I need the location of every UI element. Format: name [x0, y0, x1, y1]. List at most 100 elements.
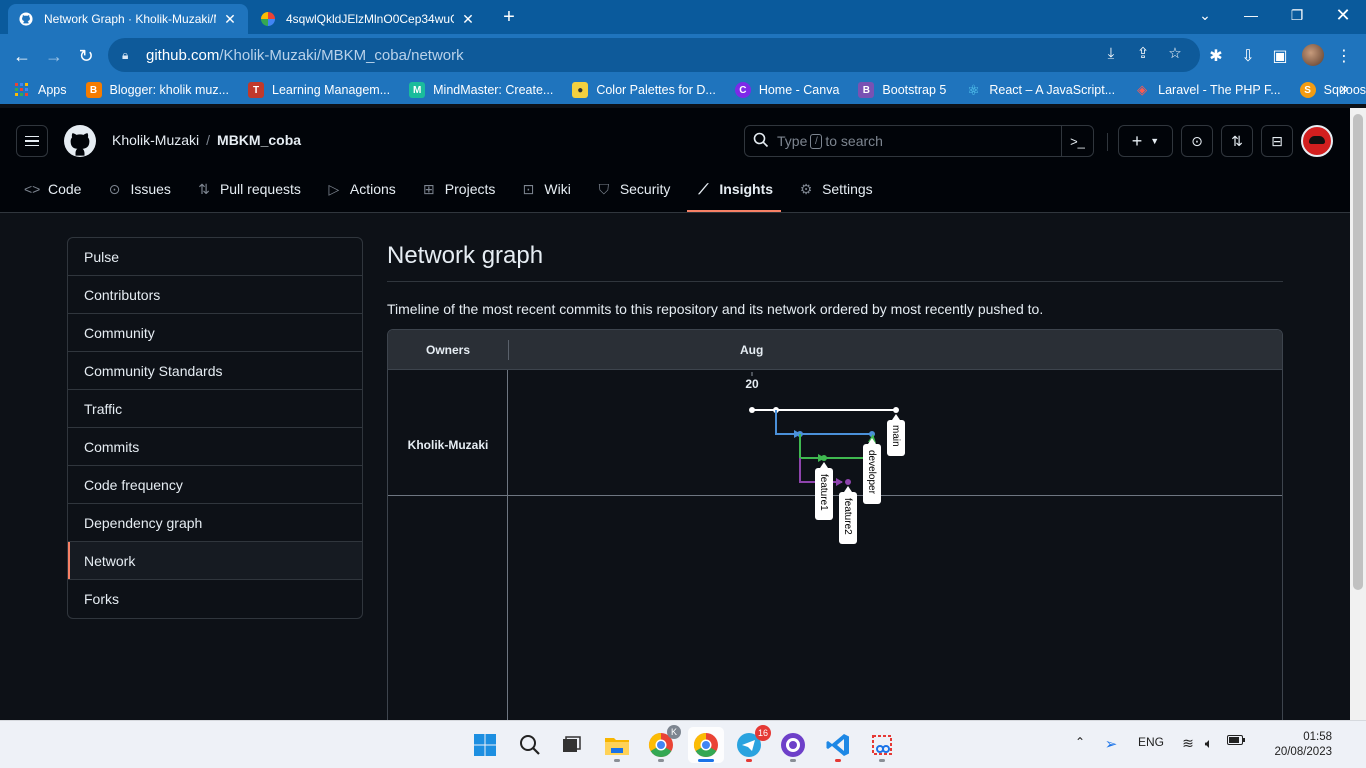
close-window-button[interactable]: ✕ [1320, 0, 1366, 30]
menu-item-contributors[interactable]: Contributors [68, 276, 362, 314]
volume-icon[interactable]: 🔈︎ [1199, 735, 1219, 752]
bookmark-color-palettes[interactable]: ● Color Palettes for D... [572, 82, 716, 98]
repo-link[interactable]: MBKM_coba [217, 132, 301, 148]
owner-link[interactable]: Kholik-Muzaki [112, 132, 199, 148]
pull-requests-button[interactable]: ⇅ [1221, 125, 1253, 157]
menu-item-dependency-graph[interactable]: Dependency graph [68, 504, 362, 542]
snipping-tool-app[interactable] [864, 727, 900, 763]
tab-actions[interactable]: ▷ Actions [318, 170, 404, 208]
close-tab-icon[interactable]: ✕ [460, 11, 476, 28]
bookmark-label: Laravel - The PHP F... [1158, 83, 1281, 97]
label-feature1[interactable]: feature1 [815, 462, 833, 520]
menu-item-commits[interactable]: Commits [68, 428, 362, 466]
commit-dot[interactable] [821, 455, 827, 461]
tab-security[interactable]: ⛉ Security [588, 170, 679, 208]
search-input[interactable]: Type / to search >_ [744, 125, 1094, 157]
bookmark-lms[interactable]: T Learning Managem... [248, 82, 390, 98]
bookmark-star-icon[interactable]: ☆ [1165, 43, 1185, 63]
vscode-app[interactable] [820, 727, 856, 763]
running-indicator [746, 759, 752, 762]
bookmark-blogger[interactable]: B Blogger: kholik muz... [85, 82, 229, 98]
bookmarks-bar: Apps B Blogger: kholik muz... T Learning M… [0, 76, 1366, 104]
network-graph[interactable]: Owners Aug Kholik-Muzaki 20 main develop… [387, 329, 1283, 729]
branch-label: feature1 [818, 474, 829, 511]
bookmark-laravel[interactable]: ◈ Laravel - The PHP F... [1134, 82, 1281, 98]
tab-projects[interactable]: ⊞ Projects [413, 170, 504, 208]
bookmark-react[interactable]: ⚛ React – A JavaScript... [965, 82, 1115, 98]
page-scrollbar[interactable] [1350, 108, 1366, 720]
tab-code[interactable]: <> Code [16, 170, 89, 208]
install-app-icon[interactable]: ⤓ [1101, 43, 1121, 63]
tab-label: Pull requests [219, 181, 301, 197]
tab-network-graph[interactable]: Network Graph · Kholik-Muzaki/MBKM_coba … [8, 4, 248, 34]
close-tab-icon[interactable]: ✕ [222, 11, 238, 28]
github-logo-icon[interactable] [64, 125, 96, 157]
downloads-icon[interactable]: ⇩ [1237, 45, 1259, 67]
menu-item-forks[interactable]: Forks [68, 580, 362, 618]
inbox-button[interactable]: ⊟ [1261, 125, 1293, 157]
commit-dot[interactable] [845, 479, 851, 485]
github-desktop-app[interactable] [775, 727, 811, 763]
tab-title: 4sqwlQkldJElzMlnO0Cep34wuGt [286, 12, 454, 26]
menu-kebab-icon[interactable]: ⋮ [1333, 45, 1355, 67]
new-tab-button[interactable]: + [498, 6, 520, 28]
commit-dot[interactable] [893, 407, 899, 413]
tab-settings[interactable]: ⚙ Settings [790, 170, 881, 208]
tab-wiki[interactable]: ⊡ Wiki [512, 170, 578, 208]
title-divider [387, 281, 1283, 282]
battery-icon[interactable] [1224, 735, 1248, 745]
command-palette-icon[interactable]: >_ [1061, 126, 1093, 156]
share-icon[interactable]: ⇪ [1133, 43, 1153, 63]
bookmark-apps[interactable]: Apps [14, 82, 67, 98]
system-clock[interactable]: 01:58 20/08/2023 [1252, 730, 1332, 760]
side-panel-icon[interactable]: ▣ [1269, 45, 1291, 67]
forward-button[interactable]: → [40, 42, 68, 70]
tab-search-icon[interactable]: ⌄ [1182, 0, 1228, 30]
restore-button[interactable]: ❐ [1274, 0, 1320, 30]
label-developer[interactable]: developer [863, 438, 881, 504]
profile-avatar[interactable] [1302, 44, 1324, 66]
bookmarks-overflow-icon[interactable]: » [1334, 80, 1354, 100]
chrome-profile-app[interactable]: K [643, 725, 681, 763]
task-view-button[interactable] [553, 727, 589, 763]
menu-item-community-standards[interactable]: Community Standards [68, 352, 362, 390]
menu-item-traffic[interactable]: Traffic [68, 390, 362, 428]
back-button[interactable]: ← [8, 42, 36, 70]
label-feature2[interactable]: feature2 [839, 486, 857, 544]
wifi-icon[interactable]: ≋ [1178, 735, 1198, 752]
bookmark-canva[interactable]: C Home - Canva [734, 82, 839, 98]
chevron-up-icon[interactable]: ⌃ [1070, 735, 1090, 749]
label-main[interactable]: main [887, 414, 905, 456]
reload-button[interactable]: ↻ [72, 42, 100, 70]
language-indicator[interactable]: ENG [1135, 735, 1167, 749]
menu-item-community[interactable]: Community [68, 314, 362, 352]
file-explorer-app[interactable] [599, 727, 635, 763]
github-desktop-icon [781, 733, 805, 757]
extensions-icon[interactable]: ✱ [1205, 45, 1227, 67]
bookmark-mindmaster[interactable]: M MindMaster: Create... [409, 82, 553, 98]
telegram-app[interactable]: 16 [731, 725, 771, 763]
create-new-button[interactable]: + ▼ [1118, 125, 1173, 157]
menu-item-pulse[interactable]: Pulse [68, 238, 362, 276]
minimize-button[interactable]: — [1228, 0, 1274, 30]
menu-item-network[interactable]: Network [68, 542, 362, 580]
scrollbar-thumb[interactable] [1353, 114, 1363, 590]
user-avatar[interactable] [1301, 125, 1333, 157]
start-button[interactable] [467, 727, 503, 763]
issues-button[interactable]: ⊙ [1181, 125, 1213, 157]
search-taskbar-button[interactable] [512, 727, 548, 763]
menu-item-code-frequency[interactable]: Code frequency [68, 466, 362, 504]
commit-dot[interactable] [749, 407, 755, 413]
running-indicator [614, 759, 620, 762]
location-icon[interactable]: ➢ [1100, 735, 1122, 753]
tab-issues[interactable]: ⊙ Issues [98, 170, 178, 208]
tab-insights[interactable]: ⟋ Insights [687, 170, 781, 212]
hamburger-menu-button[interactable] [16, 125, 48, 157]
bookmark-bootstrap[interactable]: B Bootstrap 5 [858, 82, 946, 98]
bookmark-squoosh[interactable]: SSquoosh [1299, 82, 1366, 98]
mindmaster-icon: M [409, 82, 426, 98]
address-bar[interactable]: 🔒︎ github.com/Kholik-Muzaki/MBKM_coba/ne… [108, 38, 1200, 72]
tab-drive-file[interactable]: 4sqwlQkldJElzMlnO0Cep34wuGt ✕ [250, 4, 486, 34]
chrome-app[interactable] [688, 727, 724, 763]
tab-pull-requests[interactable]: ⇅ Pull requests [188, 170, 309, 208]
